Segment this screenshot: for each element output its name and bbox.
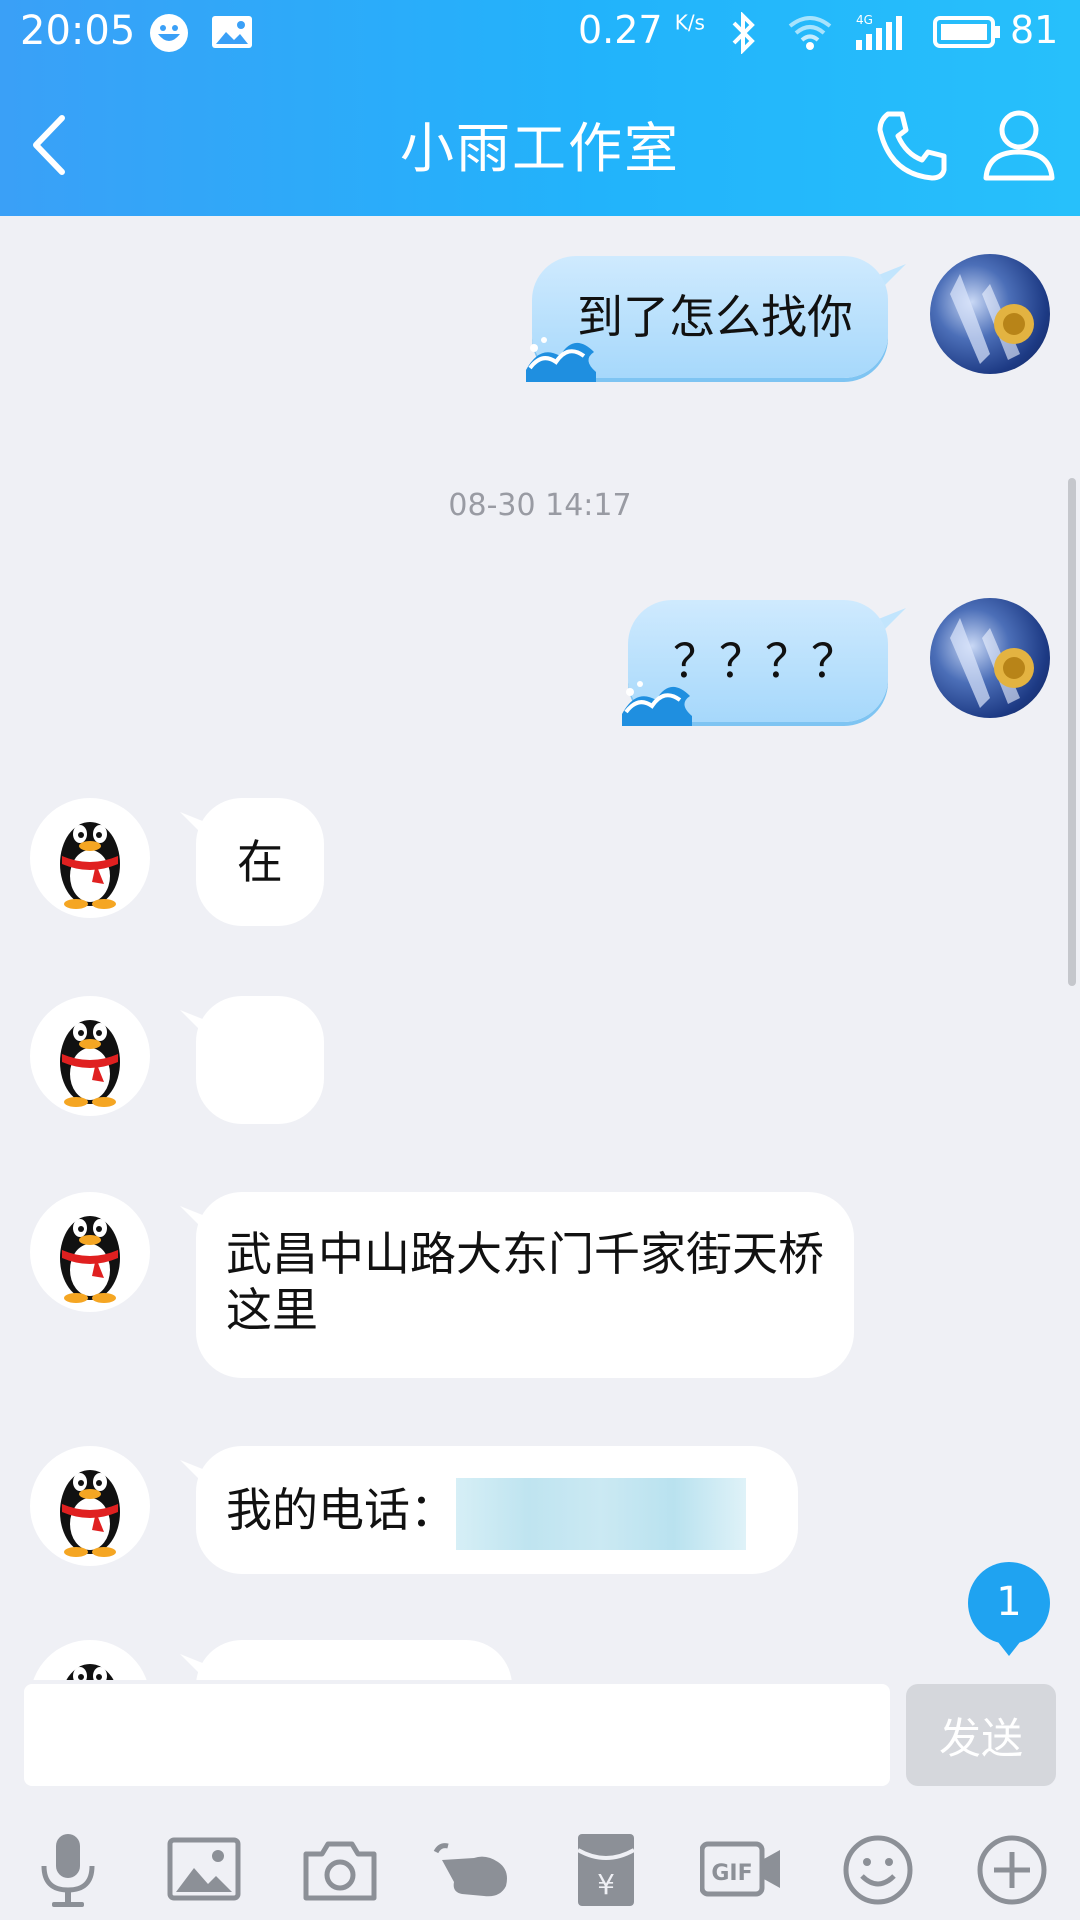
- self-avatar[interactable]: [930, 598, 1050, 718]
- network-speed: 0.27 K/s: [578, 8, 705, 52]
- qq-penguin-icon: [60, 822, 120, 909]
- red-packet-button[interactable]: ¥: [566, 1830, 646, 1910]
- gif-button[interactable]: GIF: [699, 1830, 780, 1910]
- send-button[interactable]: 发送: [906, 1684, 1056, 1786]
- title-bar: 小雨工作室: [0, 66, 1080, 216]
- bluetooth-icon: [728, 11, 758, 58]
- plus-icon: [977, 1835, 1047, 1905]
- contact-avatar[interactable]: [30, 798, 150, 918]
- contact-avatar[interactable]: [30, 996, 150, 1116]
- battery-icon: [932, 12, 1002, 56]
- wifi-icon: [786, 12, 834, 56]
- message-bubble-incoming[interactable]: 武昌中山路大东门千家街天桥这里: [196, 1192, 854, 1378]
- message-input[interactable]: [24, 1684, 890, 1786]
- trophy-avatar-image: [950, 274, 1034, 364]
- battery-level: 81: [1010, 8, 1059, 52]
- message-text: 在: [237, 835, 283, 889]
- network-speed-value: 0.27: [578, 8, 663, 52]
- phone-icon: [877, 111, 947, 181]
- more-button[interactable]: [972, 1830, 1052, 1910]
- red-packet-icon: ¥: [577, 1834, 635, 1906]
- gif-icon: GIF: [699, 1841, 780, 1897]
- scrollbar[interactable]: [1068, 478, 1076, 986]
- poke-hand-icon: [433, 1843, 507, 1897]
- status-time: 20:05: [20, 8, 136, 54]
- signal-4g-icon: 4G: [854, 12, 914, 58]
- unread-message-badge[interactable]: 1: [968, 1562, 1050, 1656]
- qq-penguin-icon: [66, 1664, 114, 1680]
- microphone-icon: [41, 1834, 95, 1907]
- poke-button[interactable]: [432, 1830, 512, 1910]
- emoji-icon: [843, 1835, 913, 1905]
- network-speed-unit: K/s: [674, 10, 705, 35]
- contact-profile-button[interactable]: [974, 100, 1064, 190]
- message-text: 武昌中山路大东门千家街天桥这里: [226, 1227, 824, 1337]
- message-bubble-incoming[interactable]: [196, 996, 324, 1124]
- camera-icon: [303, 1841, 377, 1901]
- status-bar: 20:05 0.27 K/s 4G 81: [0, 0, 1080, 66]
- message-bubble-incoming[interactable]: [196, 1640, 512, 1680]
- voice-call-button[interactable]: [866, 100, 956, 190]
- qq-penguin-icon: [60, 1470, 120, 1557]
- wave-decoration-icon: [526, 337, 596, 382]
- contact-avatar[interactable]: [30, 1446, 150, 1566]
- message-text: 我的电话：: [226, 1483, 456, 1537]
- contact-avatar[interactable]: [30, 1640, 150, 1680]
- emoji-button[interactable]: [838, 1830, 918, 1910]
- message-bubble-incoming[interactable]: 在: [196, 798, 324, 926]
- self-avatar[interactable]: [930, 254, 1050, 374]
- qq-penguin-icon: [60, 1020, 120, 1107]
- chat-messages[interactable]: 到了怎么找你 08-30 14:17 ？？？？ 在 武昌中山路大东门千家街天桥这…: [0, 216, 1080, 1680]
- svg-text:¥: ¥: [597, 1868, 615, 1901]
- camera-button[interactable]: [300, 1830, 380, 1910]
- message-input-bar: 发送: [0, 1680, 1080, 1800]
- voice-button[interactable]: [28, 1830, 108, 1910]
- top-bar: 20:05 0.27 K/s 4G 81 小雨工作室: [0, 0, 1080, 216]
- message-bubble-incoming[interactable]: 我的电话：: [196, 1446, 798, 1574]
- person-icon: [983, 110, 1055, 181]
- qq-penguin-icon: [60, 1216, 120, 1303]
- image-icon: [167, 1837, 241, 1901]
- message-timestamp: 08-30 14:17: [448, 488, 632, 523]
- contact-avatar[interactable]: [30, 1192, 150, 1312]
- gallery-notification-icon: [210, 12, 254, 56]
- qq-notification-icon: [148, 12, 190, 58]
- album-button[interactable]: [164, 1830, 244, 1910]
- blurred-phone-number: [456, 1477, 746, 1550]
- trophy-avatar-image: [950, 618, 1034, 708]
- wave-decoration-icon: [622, 681, 692, 726]
- svg-text:GIF: GIF: [711, 1861, 752, 1886]
- svg-text:4G: 4G: [856, 13, 873, 27]
- input-toolbar: ¥ GIF: [0, 1800, 1080, 1920]
